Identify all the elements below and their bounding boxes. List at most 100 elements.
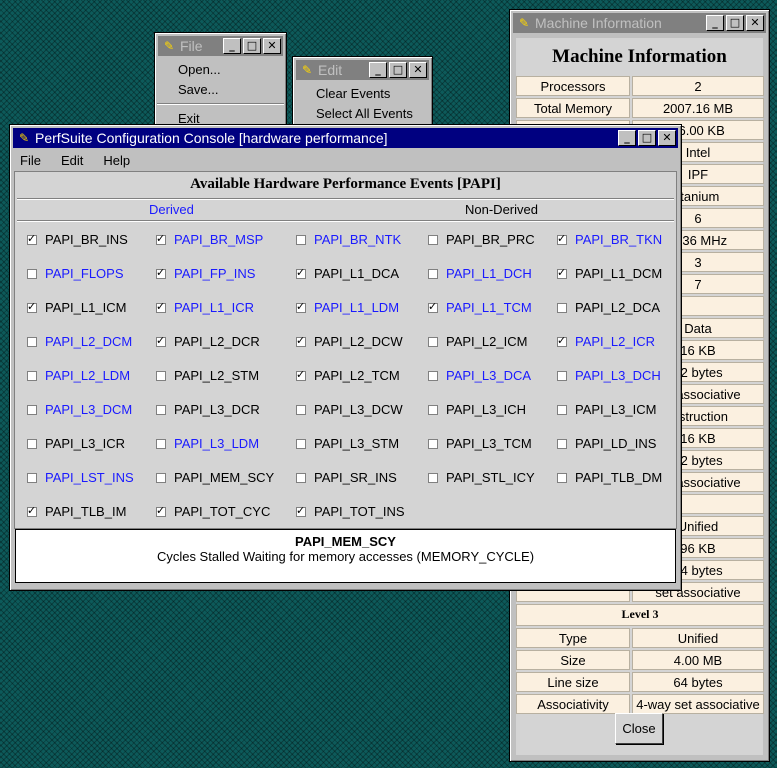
- checkbox-unchecked[interactable]: [27, 472, 37, 483]
- event-checkbox-item[interactable]: PAPI_L2_TCM: [296, 368, 400, 383]
- checkbox-unchecked[interactable]: [557, 404, 567, 415]
- event-checkbox-item[interactable]: PAPI_L3_DCW: [296, 402, 403, 417]
- maximize-button[interactable]: □: [638, 130, 656, 146]
- event-checkbox-item[interactable]: PAPI_FP_INS: [156, 266, 255, 281]
- menu-help[interactable]: Help: [103, 153, 130, 168]
- checkbox-unchecked[interactable]: [27, 268, 37, 279]
- event-checkbox-item[interactable]: PAPI_L1_ICR: [156, 300, 254, 315]
- event-checkbox-item[interactable]: PAPI_L2_STM: [156, 368, 259, 383]
- checkbox-unchecked[interactable]: [428, 370, 438, 381]
- checkbox-checked[interactable]: [296, 266, 306, 279]
- event-checkbox-item[interactable]: PAPI_LD_INS: [557, 436, 656, 451]
- close-icon[interactable]: ✕: [658, 130, 676, 146]
- edit-menu-titlebar[interactable]: ✎ Edit _ □ ✕: [296, 60, 429, 80]
- event-checkbox-item[interactable]: PAPI_L1_TCM: [428, 300, 532, 315]
- event-checkbox-item[interactable]: PAPI_L2_DCR: [156, 334, 260, 349]
- menu-item-open[interactable]: Open...: [178, 62, 221, 77]
- checkbox-checked[interactable]: [156, 300, 166, 313]
- checkbox-unchecked[interactable]: [27, 370, 37, 381]
- checkbox-unchecked[interactable]: [296, 472, 306, 483]
- event-checkbox-item[interactable]: PAPI_L3_DCM: [27, 402, 132, 417]
- checkbox-unchecked[interactable]: [557, 438, 567, 449]
- checkbox-unchecked[interactable]: [296, 404, 306, 415]
- checkbox-unchecked[interactable]: [428, 438, 438, 449]
- checkbox-checked[interactable]: [27, 504, 37, 517]
- checkbox-checked[interactable]: [156, 334, 166, 347]
- event-checkbox-item[interactable]: PAPI_L3_ICR: [27, 436, 125, 451]
- minimize-button[interactable]: _: [223, 38, 241, 54]
- checkbox-unchecked[interactable]: [557, 302, 567, 313]
- checkbox-unchecked[interactable]: [557, 472, 567, 483]
- event-checkbox-item[interactable]: PAPI_L3_LDM: [156, 436, 259, 451]
- checkbox-unchecked[interactable]: [557, 370, 567, 381]
- checkbox-unchecked[interactable]: [27, 438, 37, 449]
- event-checkbox-item[interactable]: PAPI_L2_ICR: [557, 334, 655, 349]
- event-checkbox-item[interactable]: PAPI_L2_DCM: [27, 334, 132, 349]
- event-checkbox-item[interactable]: PAPI_BR_TKN: [557, 232, 662, 247]
- checkbox-unchecked[interactable]: [156, 472, 166, 483]
- event-checkbox-item[interactable]: PAPI_TLB_DM: [557, 470, 662, 485]
- event-checkbox-item[interactable]: PAPI_L1_DCH: [428, 266, 532, 281]
- maximize-button[interactable]: □: [243, 38, 261, 54]
- maximize-button[interactable]: □: [389, 62, 407, 78]
- checkbox-checked[interactable]: [296, 504, 306, 517]
- menu-item-save[interactable]: Save...: [178, 82, 218, 97]
- checkbox-checked[interactable]: [557, 334, 567, 347]
- checkbox-checked[interactable]: [156, 266, 166, 279]
- checkbox-checked[interactable]: [27, 300, 37, 313]
- checkbox-unchecked[interactable]: [428, 234, 438, 245]
- maximize-button[interactable]: □: [726, 15, 744, 31]
- event-checkbox-item[interactable]: PAPI_BR_INS: [27, 232, 128, 247]
- event-checkbox-item[interactable]: PAPI_TOT_CYC: [156, 504, 270, 519]
- menu-item-clear-events[interactable]: Clear Events: [316, 86, 390, 101]
- console-titlebar[interactable]: ✎ PerfSuite Configuration Console [hardw…: [13, 128, 678, 148]
- minimize-button[interactable]: _: [706, 15, 724, 31]
- event-checkbox-item[interactable]: PAPI_FLOPS: [27, 266, 124, 281]
- event-checkbox-item[interactable]: PAPI_L1_ICM: [27, 300, 126, 315]
- event-checkbox-item[interactable]: PAPI_L1_DCA: [296, 266, 399, 281]
- event-checkbox-item[interactable]: PAPI_L2_DCW: [296, 334, 403, 349]
- event-checkbox-item[interactable]: PAPI_TOT_INS: [296, 504, 405, 519]
- event-checkbox-item[interactable]: PAPI_L1_DCM: [557, 266, 662, 281]
- checkbox-checked[interactable]: [156, 504, 166, 517]
- close-icon[interactable]: ✕: [263, 38, 281, 54]
- checkbox-unchecked[interactable]: [428, 472, 438, 483]
- menu-edit[interactable]: Edit: [61, 153, 83, 168]
- checkbox-checked[interactable]: [296, 334, 306, 347]
- event-checkbox-item[interactable]: PAPI_L3_ICH: [428, 402, 526, 417]
- checkbox-unchecked[interactable]: [428, 268, 438, 279]
- event-checkbox-item[interactable]: PAPI_L1_LDM: [296, 300, 399, 315]
- checkbox-unchecked[interactable]: [428, 336, 438, 347]
- file-menu-titlebar[interactable]: ✎ File _ □ ✕: [158, 36, 283, 56]
- event-checkbox-item[interactable]: PAPI_L3_TCM: [428, 436, 532, 451]
- event-checkbox-item[interactable]: PAPI_TLB_IM: [27, 504, 126, 519]
- checkbox-unchecked[interactable]: [296, 234, 306, 245]
- machine-info-titlebar[interactable]: ✎ Machine Information _ □ ✕: [513, 13, 766, 33]
- checkbox-unchecked[interactable]: [27, 336, 37, 347]
- close-icon[interactable]: ✕: [746, 15, 764, 31]
- event-checkbox-item[interactable]: PAPI_L2_ICM: [428, 334, 527, 349]
- checkbox-checked[interactable]: [156, 232, 166, 245]
- event-checkbox-item[interactable]: PAPI_L3_DCH: [557, 368, 661, 383]
- checkbox-unchecked[interactable]: [156, 370, 166, 381]
- close-button[interactable]: Close: [615, 713, 663, 744]
- minimize-button[interactable]: _: [618, 130, 636, 146]
- checkbox-checked[interactable]: [27, 232, 37, 245]
- checkbox-unchecked[interactable]: [156, 404, 166, 415]
- close-icon[interactable]: ✕: [409, 62, 427, 78]
- event-checkbox-item[interactable]: PAPI_BR_NTK: [296, 232, 401, 247]
- checkbox-checked[interactable]: [557, 266, 567, 279]
- minimize-button[interactable]: _: [369, 62, 387, 78]
- checkbox-checked[interactable]: [296, 300, 306, 313]
- event-checkbox-item[interactable]: PAPI_SR_INS: [296, 470, 397, 485]
- checkbox-unchecked[interactable]: [428, 404, 438, 415]
- event-checkbox-item[interactable]: PAPI_LST_INS: [27, 470, 134, 485]
- menu-file[interactable]: File: [20, 153, 41, 168]
- checkbox-checked[interactable]: [296, 368, 306, 381]
- checkbox-unchecked[interactable]: [156, 438, 166, 449]
- event-checkbox-item[interactable]: PAPI_L3_DCR: [156, 402, 260, 417]
- event-checkbox-item[interactable]: PAPI_MEM_SCY: [156, 470, 274, 485]
- menu-item-select-all-events[interactable]: Select All Events: [316, 106, 413, 121]
- event-checkbox-item[interactable]: PAPI_STL_ICY: [428, 470, 535, 485]
- checkbox-unchecked[interactable]: [296, 438, 306, 449]
